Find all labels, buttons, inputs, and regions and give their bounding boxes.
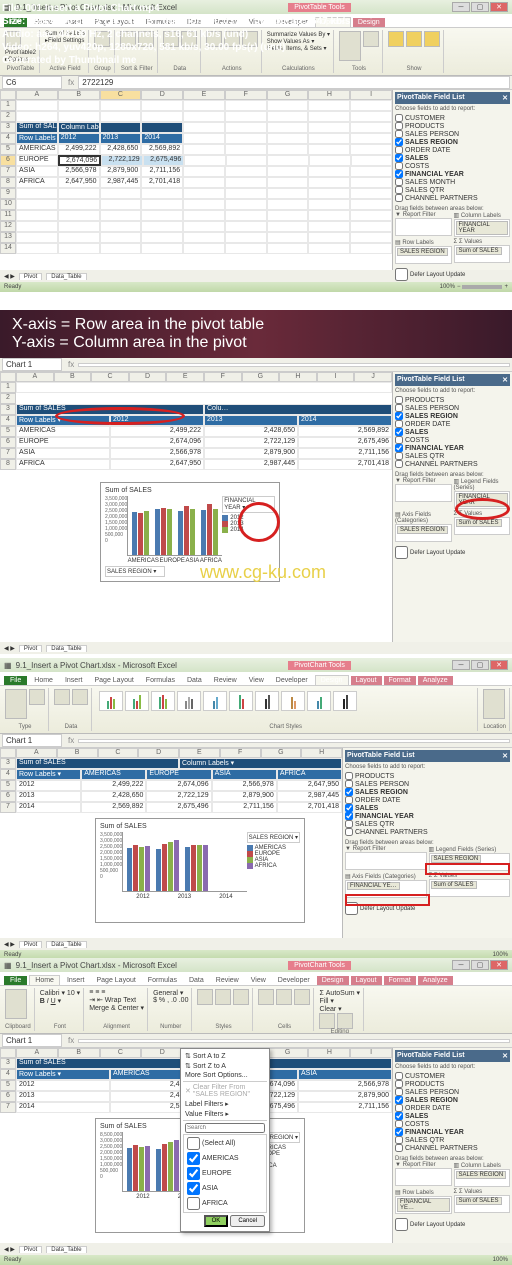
select-all-corner[interactable] [0, 90, 16, 100]
field-finyear[interactable] [395, 170, 403, 178]
video-metadata-overlay: File: 001 Insert a Pivot Chart.mp4 Size:… [0, 0, 352, 69]
field-salesperson[interactable] [395, 130, 403, 138]
paste-icon[interactable] [5, 989, 27, 1019]
format-icon[interactable] [294, 989, 310, 1005]
sort-az[interactable]: ⇅ Sort A to Z [183, 1051, 267, 1061]
sheet-tab-pivot[interactable]: Pivot [19, 273, 42, 280]
screenshot-4: ▦9.1_Insert a Pivot Chart.xlsx - Microso… [0, 958, 512, 1258]
clear-filter: ✕ Clear Filter From "SALES REGION" [183, 1083, 267, 1099]
label-filters[interactable]: Label Filters ▸ [183, 1099, 267, 1109]
find-icon[interactable] [337, 1013, 353, 1029]
tab-design[interactable]: Design [353, 18, 385, 27]
pivot-chart[interactable]: Sum of SALES 3,500,0003,000,0002,500,000… [95, 818, 305, 923]
sheet-tab-data[interactable]: Data_Table [46, 273, 86, 280]
field-orderdate[interactable] [395, 146, 403, 154]
minimize-button[interactable]: ─ [452, 2, 470, 12]
annotation-circle-legend [238, 502, 280, 542]
zone-values[interactable]: Sum of SALES [454, 245, 511, 263]
pivot-field-list[interactable]: PivotTable Field List✕ Choose fields to … [392, 372, 512, 642]
defer-checkbox[interactable] [395, 268, 408, 281]
formula-input[interactable]: 2722129 [78, 76, 510, 89]
search-input[interactable] [185, 1123, 265, 1133]
name-box[interactable]: C6 [2, 76, 62, 89]
field-sales[interactable] [395, 154, 403, 162]
change-chart-type-icon[interactable] [5, 689, 27, 719]
cell-styles-icon[interactable] [233, 989, 249, 1005]
select-data-icon[interactable] [72, 689, 88, 705]
cancel-button[interactable]: Cancel [230, 1215, 265, 1227]
delete-icon[interactable] [276, 989, 292, 1005]
close-button[interactable]: ✕ [490, 2, 508, 12]
annotation-banner: X-axis = Row area in the pivot table Y-a… [0, 310, 512, 358]
formula-bar: C6 fx 2722129 [0, 76, 512, 90]
ok-button[interactable]: OK [204, 1215, 229, 1227]
field-list-title: PivotTable Field List [397, 94, 465, 102]
screenshot-3: ▦9.1_Insert a Pivot Chart.xlsx - Microso… [0, 658, 512, 958]
field-salesmonth[interactable] [395, 178, 403, 186]
switch-rowcol-icon[interactable] [54, 689, 70, 705]
zone-columns[interactable]: FINANCIAL YEAR [454, 219, 511, 237]
zone-rows[interactable]: SALES REGION [395, 246, 452, 264]
sort-filter-icon[interactable] [319, 1013, 335, 1029]
spreadsheet-grid[interactable]: ABCDEFGHIJ 1 2 3Sum of SALESColu… 4Row L… [0, 372, 392, 642]
headers-icon[interactable] [424, 31, 440, 47]
annotation-rect-axis [345, 894, 430, 906]
pivot-field-list[interactable]: PivotTable Field List✕ Choose fields to … [392, 90, 512, 270]
spreadsheet-grid[interactable]: A B C D E F G H I 1 2 3Sum of SALESColum… [0, 90, 392, 270]
olap-icon[interactable] [363, 31, 379, 47]
screenshot-2: Chart 1 fx ABCDEFGHIJ 1 2 3Sum of SALESC… [0, 358, 512, 658]
field-salesqtr[interactable] [395, 186, 403, 194]
zoom-slider[interactable] [462, 285, 502, 289]
format-table-icon[interactable] [215, 989, 231, 1005]
field-products[interactable] [395, 122, 403, 130]
zone-filter[interactable] [395, 218, 452, 236]
close-icon[interactable]: ✕ [502, 94, 508, 102]
status-bar: Ready 100%−+ [0, 282, 512, 292]
move-chart-icon[interactable] [483, 689, 505, 719]
filter-popup[interactable]: ⇅ Sort A to Z ⇅ Sort Z to A More Sort Op… [180, 1048, 270, 1232]
name-box[interactable]: Chart 1 [2, 358, 62, 371]
annotation-circle-years [55, 407, 185, 425]
annotation-rect-legend [425, 863, 510, 875]
fx-icon[interactable]: fx [64, 78, 78, 87]
watermark: www.cg-ku.com [200, 562, 326, 583]
field-costs[interactable] [395, 162, 403, 170]
buttons-icon[interactable] [406, 31, 422, 47]
chart-style-gallery[interactable] [97, 689, 474, 713]
value-filters[interactable]: Value Filters ▸ [183, 1109, 267, 1119]
sort-za[interactable]: ⇅ Sort Z to A [183, 1061, 267, 1071]
maximize-button[interactable]: ▢ [471, 2, 489, 12]
cond-format-icon[interactable] [197, 989, 213, 1005]
more-sort[interactable]: More Sort Options... [183, 1071, 267, 1080]
fieldlist-icon[interactable] [388, 31, 404, 47]
insert-icon[interactable] [258, 989, 274, 1005]
formula-input[interactable] [78, 363, 510, 367]
field-customer[interactable] [395, 114, 403, 122]
annotation-circle-legend-zone [455, 498, 510, 520]
field-channel[interactable] [395, 194, 403, 202]
field-salesregion[interactable] [395, 138, 403, 146]
save-template-icon[interactable] [29, 689, 45, 705]
